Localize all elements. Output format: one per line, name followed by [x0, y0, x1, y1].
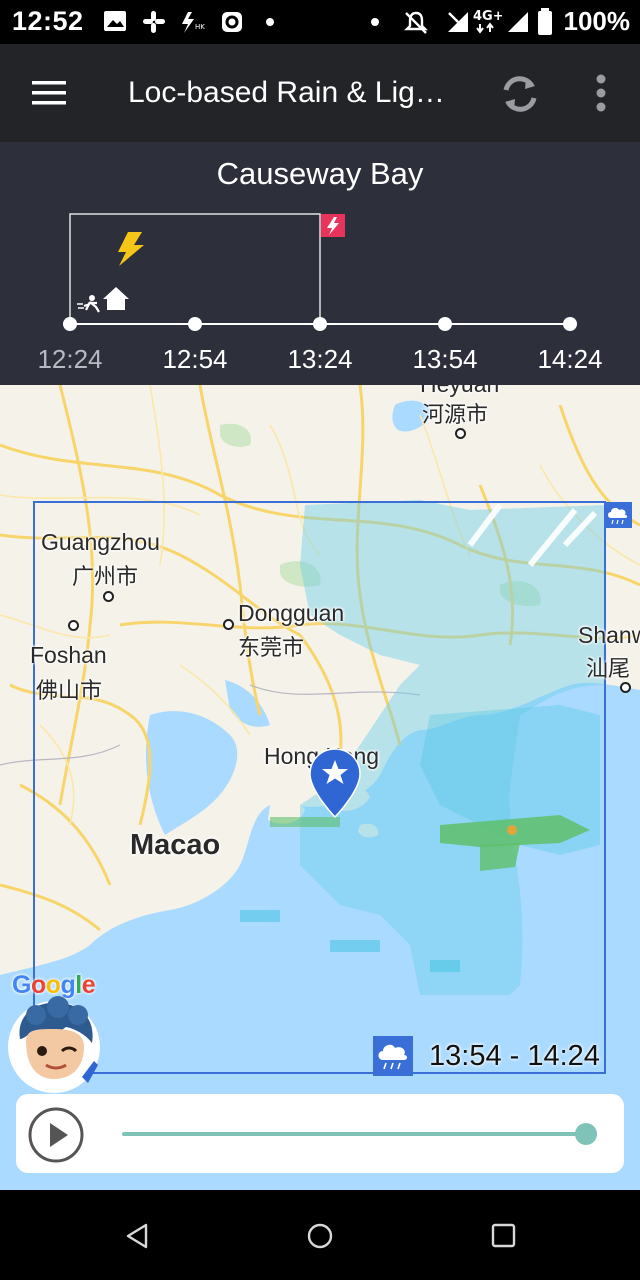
map-label-foshan-cn: 佛山市: [36, 678, 103, 703]
map[interactable]: Heyuan 河源市 Guangzhou 广州市 Dongguan 东莞市 Fo…: [0, 385, 640, 1190]
timeline-time-label: 12:54: [162, 344, 228, 374]
map-label-dongguan-cn: 东莞市: [238, 635, 305, 660]
signal-icon: [448, 12, 468, 32]
signal-icon: [508, 12, 528, 32]
battery-percent: 100%: [563, 6, 631, 36]
lightning-badge-icon: [321, 214, 345, 237]
animation-player: [16, 1094, 624, 1173]
timeline-time-label: 12:24: [37, 344, 103, 374]
animation-slider[interactable]: [122, 1132, 592, 1136]
city-dot-dongguan: [223, 619, 234, 630]
recents-icon[interactable]: [491, 1223, 517, 1249]
back-icon[interactable]: [124, 1222, 150, 1250]
slider-thumb[interactable]: [575, 1123, 597, 1145]
dot-icon: [266, 18, 274, 26]
forecast-time-range: 13:54 - 14:24: [429, 1039, 600, 1072]
map-label-shanwei: Shanw: [578, 622, 640, 648]
svg-text:4G+: 4G+: [473, 9, 502, 24]
rain-cloud-icon: [373, 1036, 413, 1076]
navigation-bar: [0, 1190, 640, 1280]
run-to-shelter-icon: [77, 287, 129, 313]
rain-cloud-icon: [604, 502, 632, 528]
timeline-panel: Causeway Bay 12:24 12:54 13:24 13:54 14:…: [0, 142, 640, 385]
map-label-guangzhou-cn: 广州市: [72, 564, 139, 589]
map-label-guangzhou: Guangzhou: [41, 529, 160, 555]
city-dot-guangzhou: [103, 591, 114, 602]
map-label-dongguan: Dongguan: [238, 600, 345, 626]
svg-text:HK: HK: [195, 23, 205, 31]
map-label-shanwei-cn: 汕尾: [586, 656, 631, 681]
city-dot-heyuan: [455, 428, 466, 439]
status-time: 12:52: [12, 6, 84, 36]
home-icon[interactable]: [306, 1222, 334, 1250]
play-icon[interactable]: [27, 1106, 85, 1164]
cctv-icon: [222, 12, 242, 32]
timeline-point[interactable]: [63, 317, 77, 331]
silent-icon: [404, 11, 428, 34]
lightning-icon: [118, 232, 144, 266]
slack-icon: [143, 11, 165, 33]
timeline-time-label: 14:24: [537, 344, 603, 374]
city-dot-foshan: [68, 620, 79, 631]
refresh-icon[interactable]: [498, 72, 542, 116]
avatar[interactable]: [6, 995, 104, 1095]
status-bar: 12:52 HK 4G+ 100%: [0, 0, 640, 44]
forecast-range: 13:54 - 14:24: [373, 1036, 600, 1076]
map-label-foshan: Foshan: [30, 642, 107, 668]
image-icon: [104, 11, 126, 31]
battery-icon: [538, 8, 552, 35]
app-title: Loc-based Rain & Lig…: [128, 76, 445, 109]
map-label-macao: Macao: [130, 829, 221, 861]
timeline-point[interactable]: [188, 317, 202, 331]
dot-icon: [371, 18, 379, 26]
hamburger-icon[interactable]: [32, 80, 68, 106]
timeline-chart[interactable]: [0, 142, 640, 342]
more-vert-icon[interactable]: [594, 74, 608, 114]
location-pin-icon[interactable]: [308, 747, 362, 819]
city-dot-shanwei: [620, 682, 631, 693]
timeline-time-label: 13:24: [287, 344, 353, 374]
4g-icon: 4G+: [473, 9, 502, 34]
timeline-point[interactable]: [563, 317, 577, 331]
timeline-point[interactable]: [438, 317, 452, 331]
map-label-heyuan-cn: 河源市: [422, 402, 489, 427]
timeline-time-label: 13:54: [412, 344, 478, 374]
app-bar: Loc-based Rain & Lig…: [0, 44, 640, 142]
app-notification-icon: HK: [182, 12, 205, 33]
timeline-point[interactable]: [313, 317, 327, 331]
